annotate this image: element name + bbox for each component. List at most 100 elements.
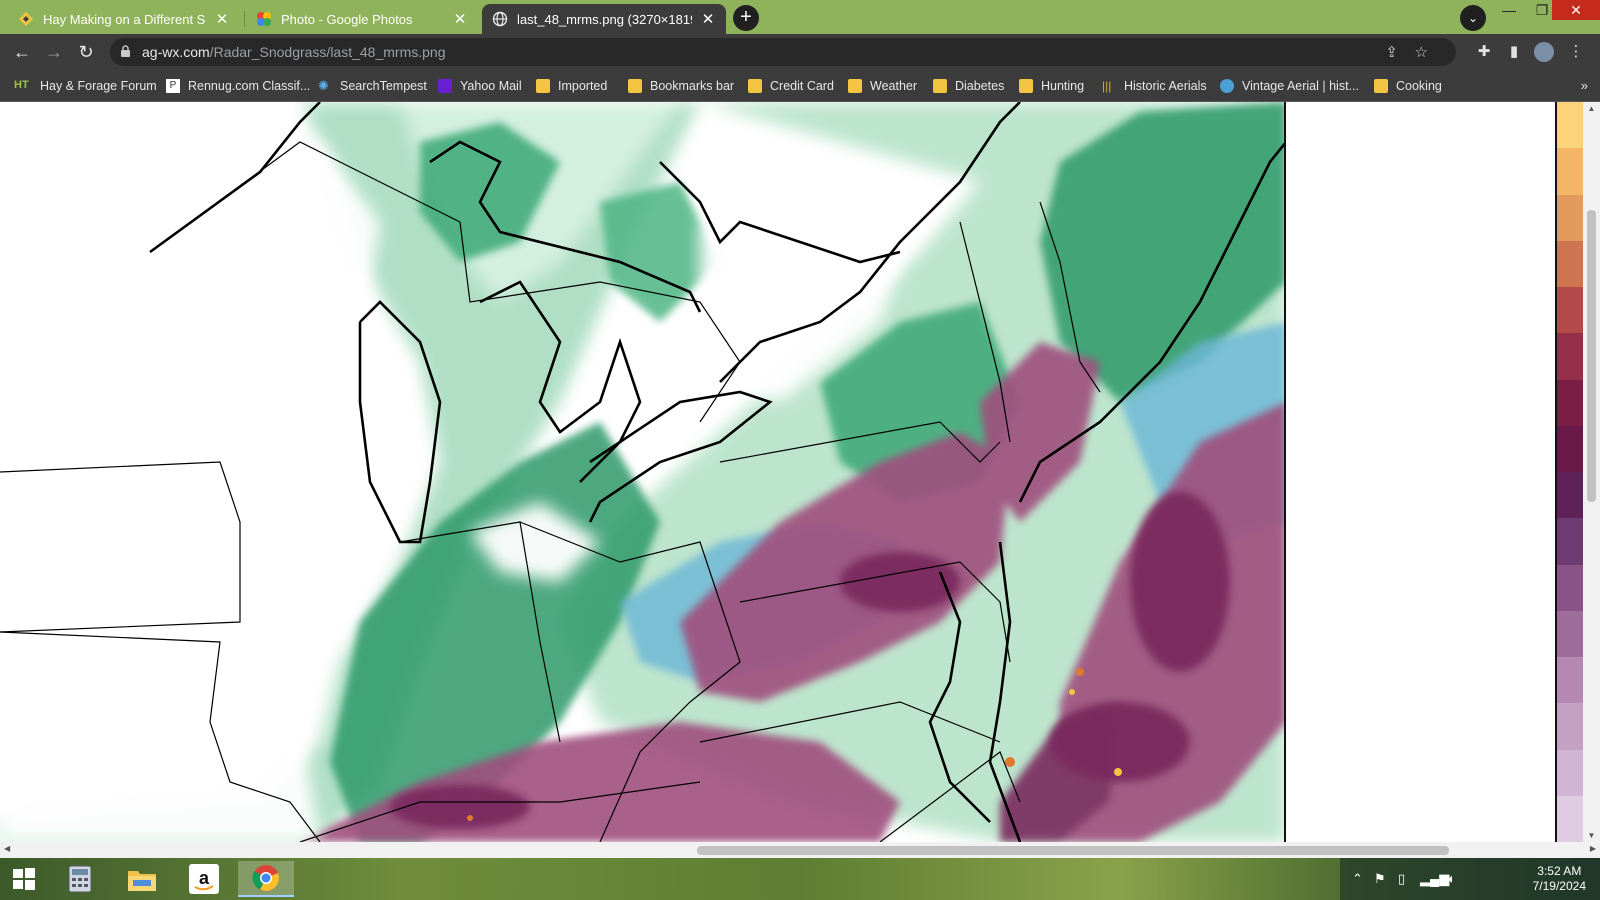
bookmark-folder-diabetes[interactable]: Diabetes — [933, 76, 1004, 96]
taskbar-chrome[interactable] — [238, 861, 294, 897]
clock-time: 3:52 AM — [1537, 864, 1582, 878]
forward-button[interactable]: → — [42, 40, 66, 64]
bookmark-folder-credit-card[interactable]: Credit Card — [748, 76, 834, 96]
windows-taskbar: a ⌃ ⚑ ▯ ▂▄▆ 🔈︎ 3:52 AM 7/19/2024 — [0, 858, 1600, 900]
url-text[interactable]: ag-wx.com/Radar_Snodgrass/last_48_mrms.p… — [142, 44, 445, 60]
new-tab-button[interactable]: + — [733, 5, 759, 31]
file-explorer-icon — [128, 871, 156, 891]
address-bar[interactable]: ag-wx.com/Radar_Snodgrass/last_48_mrms.p… — [110, 38, 1456, 66]
taskbar-file-explorer[interactable] — [118, 861, 166, 897]
bookmark-hay-forage-forum[interactable]: HT Hay & Forage Forum — [14, 76, 157, 96]
color-scale-swatch — [1557, 657, 1583, 704]
start-button[interactable] — [0, 861, 48, 897]
bookmark-star-icon[interactable]: ☆ — [1415, 43, 1428, 61]
color-scale-swatch — [1557, 610, 1583, 658]
more-bookmarks-icon[interactable]: » — [1581, 78, 1588, 93]
extensions-icon[interactable]: ✚ — [1474, 42, 1494, 62]
minimize-button[interactable]: — — [1486, 0, 1532, 20]
tab-hay-making[interactable]: Hay Making on a Different Scale ✕ — [8, 4, 240, 34]
bookmark-folder-cooking[interactable]: Cooking — [1374, 76, 1442, 96]
tab-title: last_48_mrms.png (3270×1819) — [517, 11, 692, 27]
rennug-icon: P — [166, 79, 180, 93]
taskbar-amazon[interactable]: a — [180, 861, 228, 897]
vertical-scrollbar[interactable]: ▲ ▼ — [1583, 102, 1600, 842]
horizontal-scroll-thumb[interactable] — [697, 846, 1449, 855]
bookmark-rennug[interactable]: P Rennug.com Classif... — [166, 76, 310, 96]
searchtempest-icon: ✺ — [318, 78, 329, 93]
tab-search-button[interactable]: ⌄ — [1460, 5, 1486, 31]
action-flag-icon[interactable]: ⚑ — [1374, 871, 1386, 887]
close-icon[interactable]: ✕ — [214, 10, 230, 28]
bookmark-folder-hunting[interactable]: Hunting — [1019, 76, 1084, 96]
profile-avatar[interactable] — [1534, 42, 1554, 62]
horizontal-scrollbar[interactable]: ◀ ▶ — [0, 842, 1600, 858]
historic-aerials-icon: ||| — [1102, 79, 1112, 93]
folder-icon — [748, 79, 762, 93]
url-domain: ag-wx.com — [142, 44, 210, 60]
bookmark-vintage-aerial[interactable]: Vintage Aerial | hist... — [1220, 76, 1359, 96]
bookmark-searchtempest[interactable]: ✺ SearchTempest — [318, 76, 427, 96]
restore-button[interactable]: ❐ — [1530, 0, 1554, 20]
tab-title: Hay Making on a Different Scale — [43, 11, 206, 27]
svg-text:a: a — [199, 868, 210, 888]
color-scale-swatch — [1557, 749, 1583, 797]
yahoo-mail-icon — [438, 79, 452, 93]
bookmark-yahoo-mail[interactable]: Yahoo Mail — [438, 76, 522, 96]
volume-icon[interactable]: 🔈︎ — [1448, 871, 1456, 887]
image-viewport: ▲ ▼ — [0, 102, 1600, 842]
scroll-right-arrow-icon[interactable]: ▶ — [1590, 844, 1596, 853]
color-scale-swatch — [1557, 703, 1583, 750]
close-window-button[interactable]: ✕ — [1552, 0, 1600, 20]
color-scale-swatch — [1557, 148, 1583, 195]
calculator-icon — [68, 865, 92, 893]
precipitation-color-scale — [1555, 102, 1583, 842]
color-scale-swatch — [1557, 194, 1583, 242]
radar-map-image — [0, 102, 1284, 842]
hay-forage-logo-icon: HT — [14, 79, 29, 91]
bookmark-folder-bookmarks-bar[interactable]: Bookmarks bar — [628, 76, 734, 96]
battery-icon[interactable]: ▯ — [1398, 871, 1405, 887]
back-button[interactable]: ← — [10, 40, 34, 64]
folder-icon — [933, 79, 947, 93]
taskbar-calculator[interactable] — [56, 861, 104, 897]
bookmark-historic-aerials[interactable]: ||| Historic Aerials — [1102, 76, 1207, 96]
color-scale-swatch — [1557, 240, 1583, 288]
color-scale-swatch — [1557, 795, 1583, 842]
folder-icon — [628, 79, 642, 93]
google-photos-icon — [257, 12, 271, 26]
folder-icon — [1019, 79, 1033, 93]
precipitation-radar-map[interactable] — [0, 102, 1286, 842]
taskbar-clock[interactable]: 3:52 AM 7/19/2024 — [1533, 864, 1586, 894]
color-scale-swatch — [1557, 472, 1583, 519]
color-scale-swatch — [1557, 425, 1583, 473]
lock-icon — [121, 45, 130, 57]
menu-kebab-icon[interactable]: ⋮ — [1566, 42, 1586, 62]
globe-icon — [492, 11, 508, 27]
tab-last-48-mrms[interactable]: last_48_mrms.png (3270×1819) ✕ — [482, 4, 726, 34]
close-icon[interactable]: ✕ — [452, 10, 468, 28]
reload-button[interactable]: ↻ — [74, 40, 98, 64]
close-icon[interactable]: ✕ — [700, 10, 716, 28]
tab-google-photos[interactable]: Photo - Google Photos ✕ — [246, 4, 478, 34]
show-hidden-icons-icon[interactable]: ⌃ — [1352, 871, 1363, 887]
chrome-icon — [252, 865, 279, 891]
url-path: /Radar_Snodgrass/last_48_mrms.png — [209, 44, 446, 60]
scroll-up-arrow-icon[interactable]: ▲ — [1583, 104, 1600, 113]
bookmark-folder-weather[interactable]: Weather — [848, 76, 917, 96]
side-panel-icon[interactable]: ▮ — [1504, 42, 1524, 62]
bookmarks-bar: HT Hay & Forage Forum P Rennug.com Classif… — [0, 70, 1600, 102]
bookmark-folder-imported[interactable]: Imported — [536, 76, 607, 96]
system-tray: ⌃ ⚑ ▯ ▂▄▆ 🔈︎ 3:52 AM 7/19/2024 — [1340, 858, 1600, 900]
tab-title: Photo - Google Photos — [281, 11, 413, 27]
color-scale-swatch — [1557, 287, 1583, 334]
clock-date: 7/19/2024 — [1532, 879, 1586, 893]
vertical-scroll-thumb[interactable] — [1587, 210, 1596, 502]
share-icon[interactable]: ⇪ — [1385, 43, 1398, 61]
network-signal-icon[interactable]: ▂▄▆ — [1420, 871, 1449, 887]
browser-toolbar: ← → ↻ ag-wx.com/Radar_Snodgrass/last_48_… — [0, 34, 1600, 70]
windows-start-icon — [13, 868, 35, 890]
color-scale-swatch — [1557, 379, 1583, 427]
scroll-left-arrow-icon[interactable]: ◀ — [4, 844, 10, 853]
tab-strip: Hay Making on a Different Scale ✕ Photo … — [0, 0, 1600, 34]
scroll-down-arrow-icon[interactable]: ▼ — [1583, 831, 1600, 840]
